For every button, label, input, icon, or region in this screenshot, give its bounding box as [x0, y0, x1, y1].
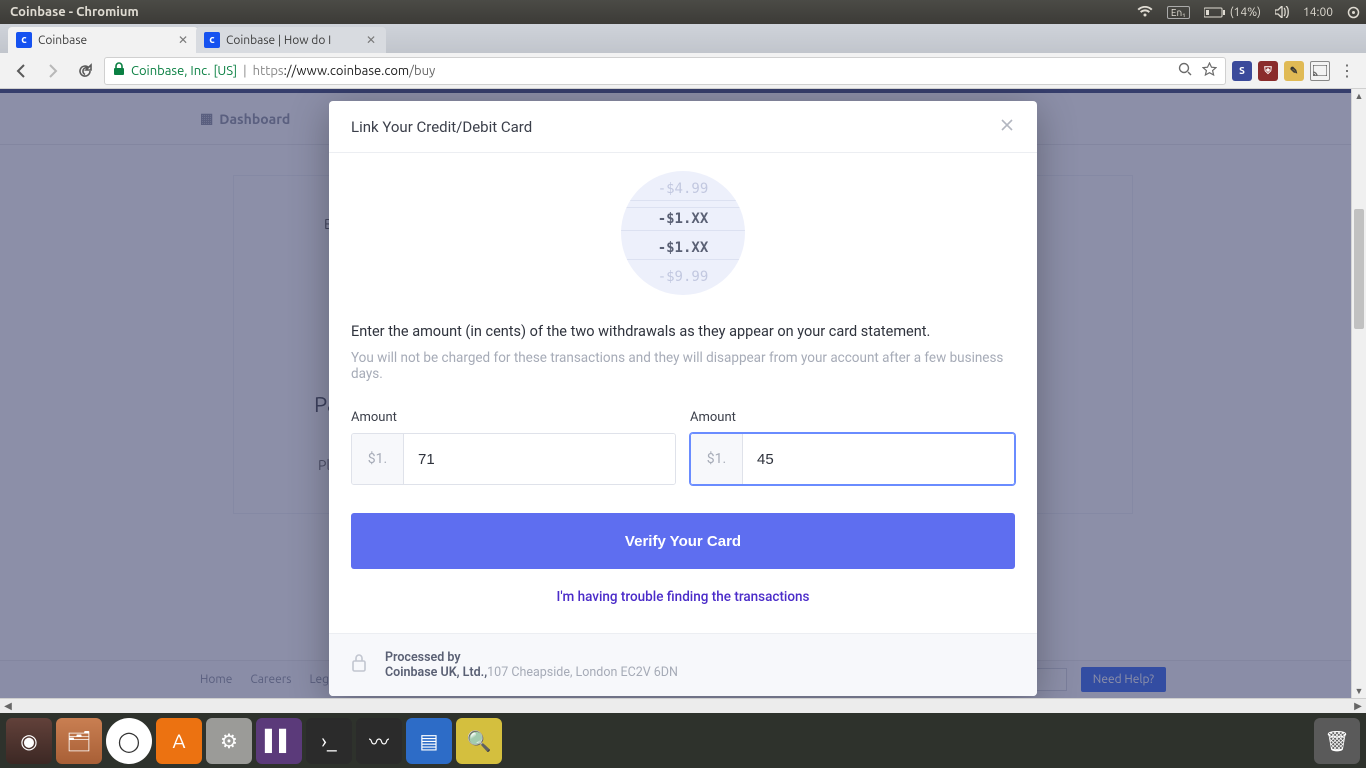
scroll-right-arrow[interactable]: ▶	[1350, 699, 1366, 713]
scroll-up-arrow[interactable]: ▲	[1352, 89, 1366, 103]
cast-icon[interactable]	[1310, 61, 1330, 81]
instruction-subtext: You will not be charged for these transa…	[351, 350, 1015, 382]
favicon-icon: c	[16, 32, 32, 48]
browser-tab-active[interactable]: c Coinbase ✕	[8, 27, 198, 53]
favicon-icon: c	[204, 32, 220, 48]
launcher-app-icon[interactable]: ▌▌	[256, 718, 302, 764]
modal-title: Link Your Credit/Debit Card	[351, 118, 532, 136]
modal-footer: Processed by Coinbase UK, Ltd.,107 Cheap…	[329, 633, 1037, 696]
battery-indicator[interactable]: (14%)	[1204, 6, 1261, 19]
close-icon[interactable]: ✕	[176, 33, 190, 47]
lock-icon	[351, 653, 367, 677]
vertical-scrollbar[interactable]: ▲ ▼	[1351, 89, 1366, 698]
launcher-document-icon[interactable]: ▤	[406, 718, 452, 764]
launcher-search-icon[interactable]: 🔍	[456, 718, 502, 764]
scroll-left-arrow[interactable]: ◀	[0, 699, 16, 713]
browser-toolbar: Coinbase, Inc. [US] | https://www.coinba…	[0, 53, 1366, 89]
amount-prefix: $1.	[352, 434, 404, 484]
lock-icon	[113, 62, 125, 79]
amount-input-group-2: $1.	[690, 433, 1015, 485]
unity-launcher: ◉ 🗂 ◯ A ⚙ ▌▌ ›_ 〰 ▤ 🔍 🗑	[0, 713, 1366, 768]
url-separator: |	[243, 64, 247, 78]
launcher-trash-icon[interactable]: 🗑	[1314, 718, 1360, 764]
zoom-icon[interactable]	[1178, 62, 1192, 80]
launcher-dash-icon[interactable]: ◉	[6, 718, 52, 764]
trouble-finding-link[interactable]: I'm having trouble finding the transacti…	[351, 583, 1015, 611]
statement-line: -$4.99	[621, 178, 745, 201]
extension-icon[interactable]: ✎	[1284, 61, 1304, 81]
amount-prefix: $1.	[691, 434, 743, 484]
star-icon[interactable]	[1202, 62, 1217, 80]
launcher-files-icon[interactable]: 🗂	[56, 718, 102, 764]
launcher-settings-icon[interactable]: ⚙	[206, 718, 252, 764]
reload-button[interactable]	[72, 58, 98, 84]
tab-title: Coinbase	[38, 34, 170, 47]
statement-line: -$1.XX	[621, 237, 745, 260]
browser-tab-inactive[interactable]: c Coinbase | How do I ✕	[196, 27, 386, 53]
extension-icon[interactable]: S	[1232, 61, 1252, 81]
back-button[interactable]	[8, 58, 34, 84]
scroll-thumb[interactable]	[1354, 209, 1364, 329]
processed-by-info: Processed by Coinbase UK, Ltd.,107 Cheap…	[385, 650, 678, 680]
wifi-icon[interactable]	[1137, 6, 1153, 18]
amount-input-2[interactable]	[743, 434, 1014, 484]
extension-icons: S ⛨ ✎	[1232, 61, 1330, 81]
instruction-text: Enter the amount (in cents) of the two w…	[351, 323, 1015, 340]
tab-title: Coinbase | How do I	[226, 34, 358, 47]
address-bar[interactable]: Coinbase, Inc. [US] | https://www.coinba…	[104, 57, 1226, 85]
statement-illustration: -$4.99 -$1.XX -$1.XX -$9.99	[621, 171, 745, 295]
verify-card-button[interactable]: Verify Your Card	[351, 513, 1015, 569]
keyboard-indicator[interactable]: En₁	[1167, 6, 1190, 19]
launcher-chrome-icon[interactable]: ◯	[106, 718, 152, 764]
amount-input-group-1: $1.	[351, 433, 676, 485]
launcher-monitor-icon[interactable]: 〰	[356, 718, 402, 764]
launcher-terminal-icon[interactable]: ›_	[306, 718, 352, 764]
modal-header: Link Your Credit/Debit Card	[329, 101, 1037, 153]
chromium-window: c Coinbase ✕ c Coinbase | How do I ✕ Coi…	[0, 24, 1366, 713]
window-title: Coinbase - Chromium	[6, 5, 1137, 19]
statement-line: -$9.99	[621, 266, 745, 288]
forward-button[interactable]	[40, 58, 66, 84]
amount-label: Amount	[690, 410, 1015, 425]
ubuntu-top-panel: Coinbase - Chromium En₁ (14%) 14:00	[0, 0, 1366, 24]
extension-icon[interactable]: ⛨	[1258, 61, 1278, 81]
close-icon[interactable]: ✕	[364, 33, 378, 47]
gear-icon[interactable]	[1347, 6, 1360, 19]
statement-line: -$1.XX	[621, 207, 745, 231]
url-text: https://www.coinbase.com/buy	[253, 64, 436, 78]
clock[interactable]: 14:00	[1303, 6, 1333, 19]
tab-strip: c Coinbase ✕ c Coinbase | How do I ✕	[0, 24, 1366, 53]
panel-indicators: En₁ (14%) 14:00	[1137, 6, 1360, 19]
volume-icon[interactable]	[1275, 6, 1289, 18]
chrome-menu-button[interactable]: ⋮	[1336, 61, 1358, 80]
launcher-software-icon[interactable]: A	[156, 718, 202, 764]
close-icon[interactable]	[999, 117, 1015, 137]
site-identity: Coinbase, Inc. [US]	[131, 64, 237, 78]
page-viewport: ▦ Dashboard B Pay Ple Home Careers Legal…	[0, 89, 1366, 698]
amount-label: Amount	[351, 410, 676, 425]
amount-input-1[interactable]	[404, 434, 675, 484]
link-card-modal: Link Your Credit/Debit Card -$4.99 -$1.X…	[329, 101, 1037, 696]
amount-inputs-row: Amount $1. Amount $1.	[351, 410, 1015, 485]
scroll-down-arrow[interactable]: ▼	[1352, 684, 1366, 698]
modal-overlay: Link Your Credit/Debit Card -$4.99 -$1.X…	[0, 89, 1366, 698]
horizontal-scrollbar[interactable]: ◀ ▶	[0, 698, 1366, 713]
